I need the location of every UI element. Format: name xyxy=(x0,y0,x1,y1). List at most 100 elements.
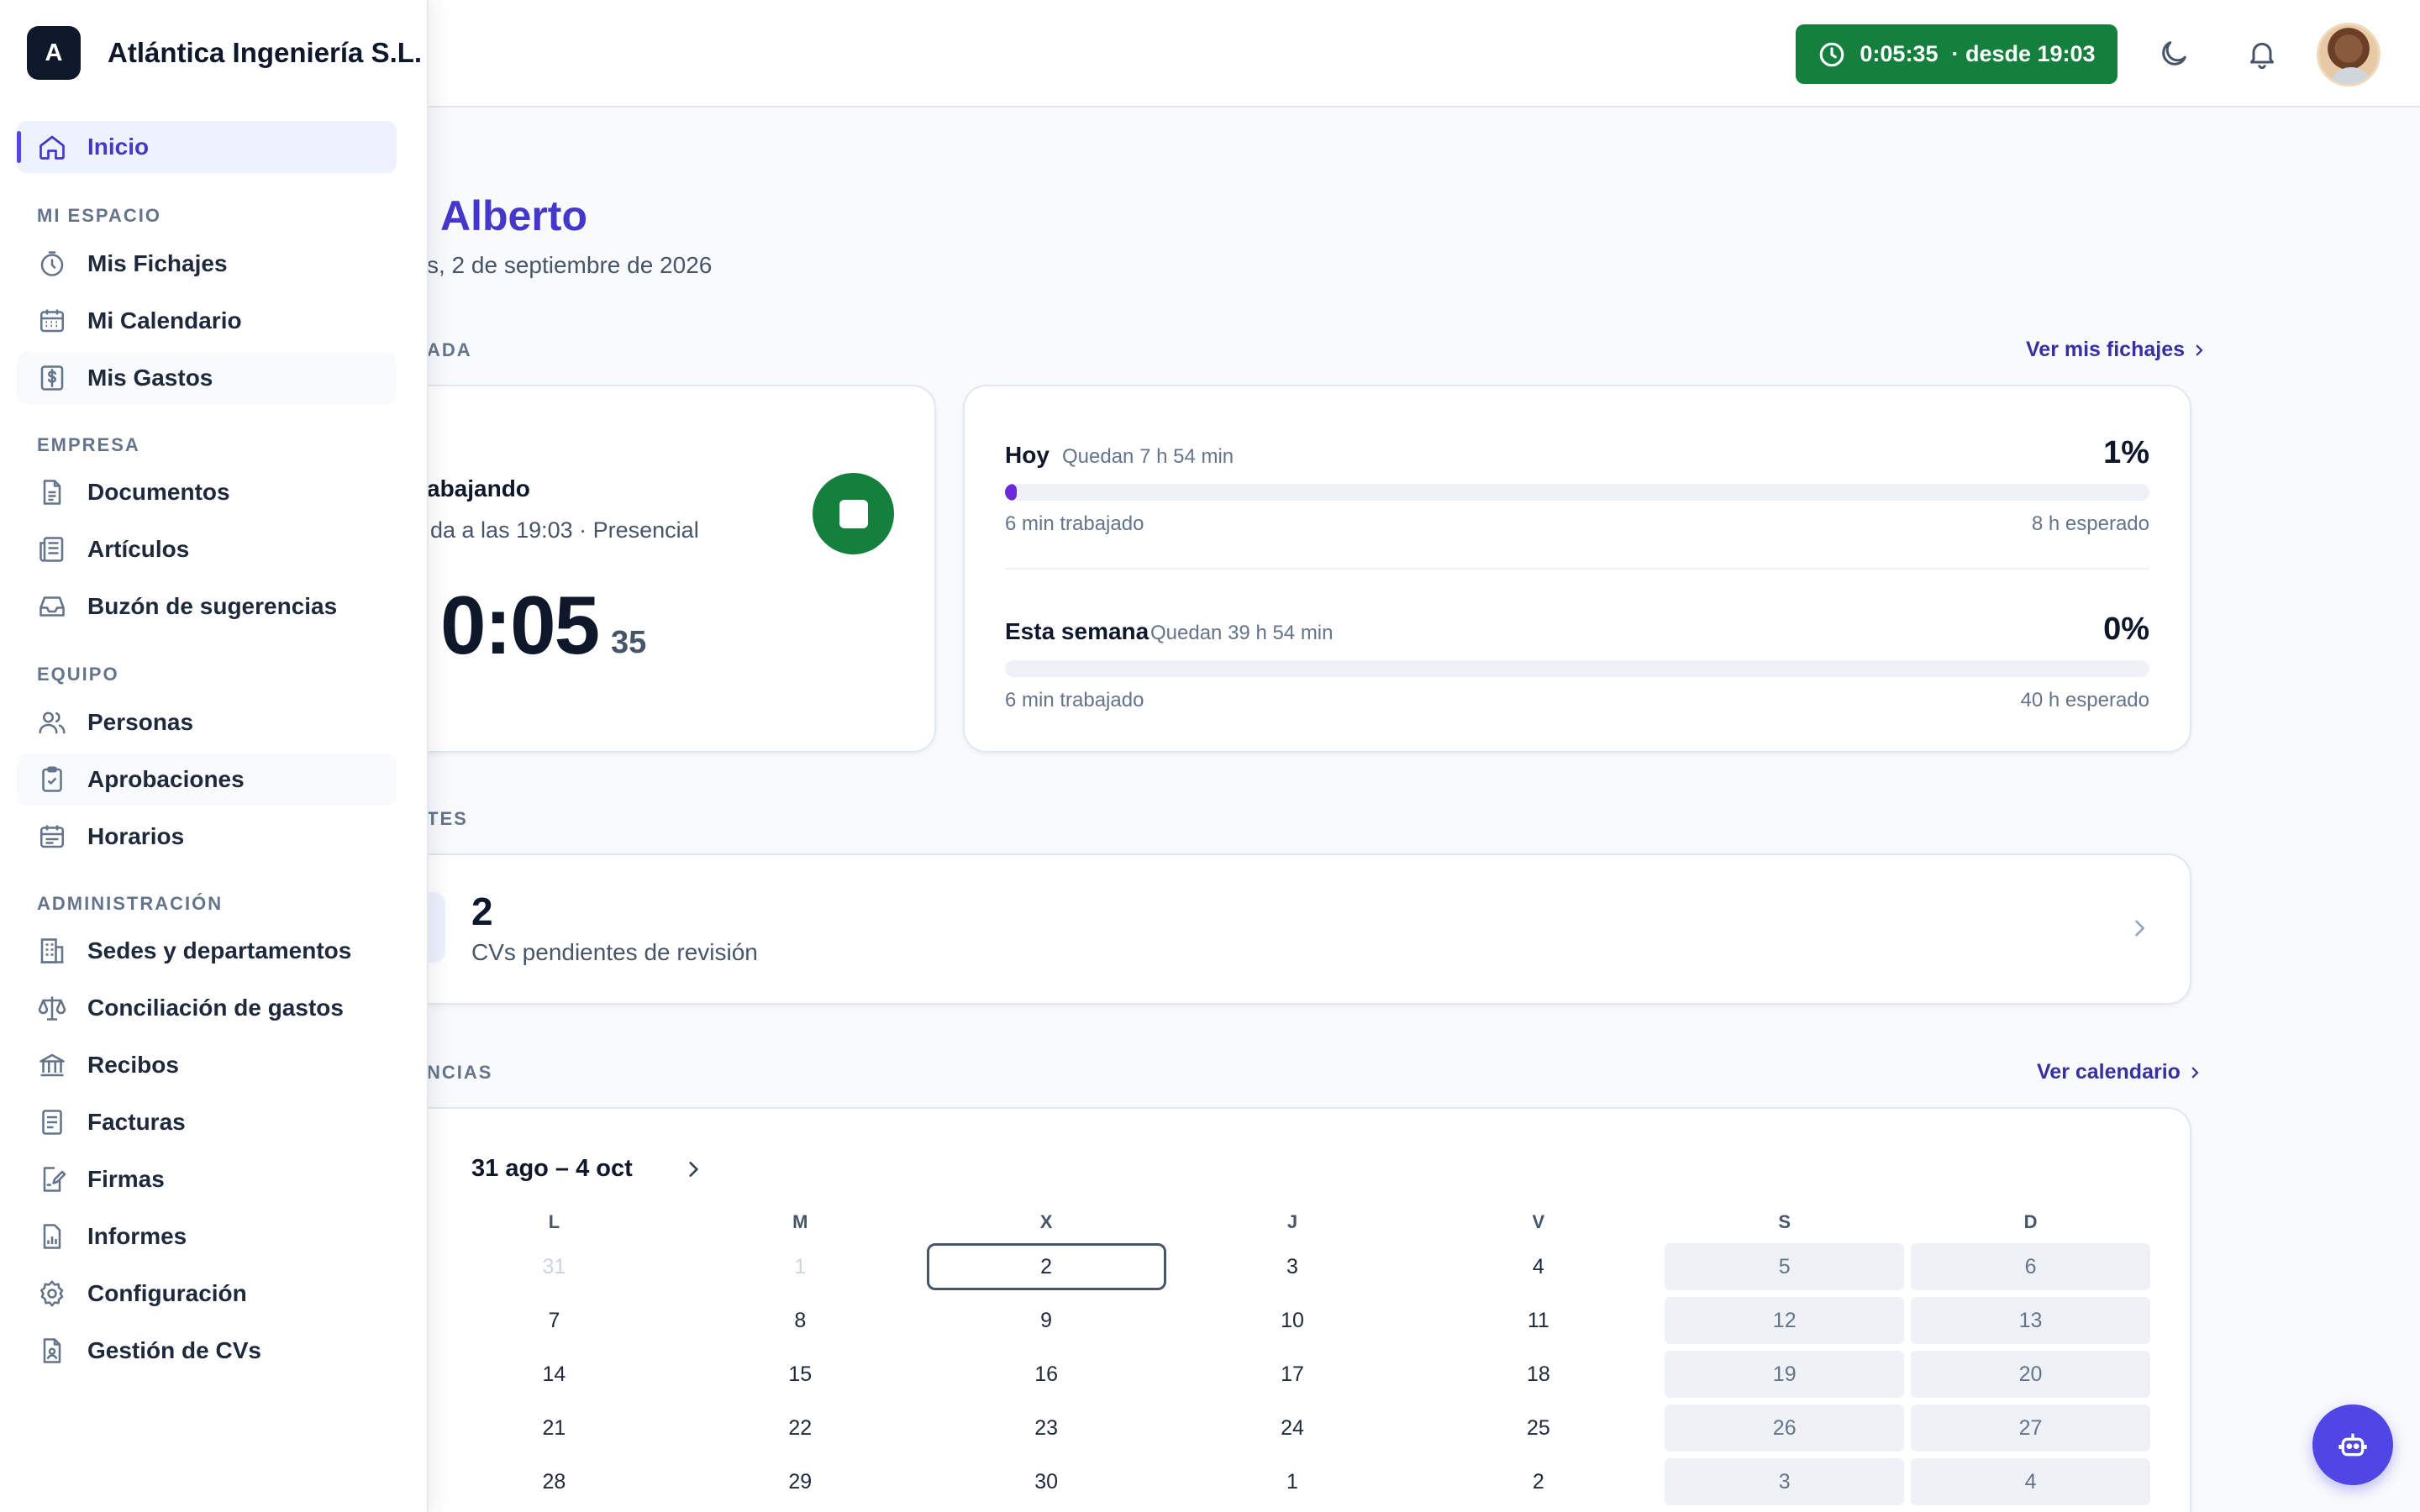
calendar-day[interactable]: 31 xyxy=(434,1243,674,1290)
calendar-day[interactable]: 28 xyxy=(434,1458,674,1505)
sidebar-item-firmas[interactable]: Firmas xyxy=(17,1153,397,1205)
calendar-day[interactable]: 29 xyxy=(681,1458,920,1505)
sidebar-item-label: Personas xyxy=(87,709,194,735)
calendar-day[interactable]: 24 xyxy=(1173,1404,1413,1452)
user-avatar[interactable] xyxy=(2317,23,2381,87)
calendar-day[interactable]: 8 xyxy=(681,1297,920,1344)
notifications-button[interactable] xyxy=(2242,34,2282,74)
sidebar-item-buzon-sugerencias[interactable]: Buzón de sugerencias xyxy=(17,580,397,633)
sidebar-item-label: Mi Calendario xyxy=(87,307,242,333)
clock-elapsed-seconds: 35 xyxy=(611,625,647,660)
sidebar-item-recibos[interactable]: Recibos xyxy=(17,1039,397,1091)
calendar-day[interactable]: 17 xyxy=(1173,1351,1413,1398)
calendar-day[interactable]: 19 xyxy=(1665,1351,1905,1398)
calendar-day[interactable]: 1 xyxy=(681,1243,920,1290)
today-percent: 1% xyxy=(2103,435,2149,470)
calendar-day[interactable]: 3 xyxy=(1173,1243,1413,1290)
sidebar-item-configuracion[interactable]: Configuración xyxy=(17,1268,397,1320)
pending-cvs-count: 2 xyxy=(471,890,493,933)
calendar-day[interactable]: 26 xyxy=(1665,1404,1905,1452)
calendar-day[interactable]: 13 xyxy=(1911,1297,2150,1344)
active-timer-button[interactable]: 0:05:35 · desde 19:03 xyxy=(1796,24,2118,84)
timer-since: · desde 19:03 xyxy=(1951,41,2096,66)
calendar-day[interactable]: 25 xyxy=(1418,1404,1658,1452)
progress-divider xyxy=(1005,568,2149,570)
report-icon xyxy=(43,1224,61,1249)
calendar-day[interactable]: 7 xyxy=(434,1297,674,1344)
calendar-day[interactable]: 5 xyxy=(1665,1243,1905,1290)
calendar-day[interactable]: 23 xyxy=(927,1404,1166,1452)
calendar-day[interactable]: 15 xyxy=(681,1351,920,1398)
sidebar-item-mis-fichajes[interactable]: Mis Fichajes xyxy=(17,238,397,290)
section-label-calendar: NCIAS xyxy=(427,1062,493,1083)
sidebar-item-label: Buzón de sugerencias xyxy=(87,593,338,619)
today-expected: 8 h esperado xyxy=(2031,512,2149,535)
clock-elapsed: 0:05 xyxy=(440,579,600,671)
calendar-range: 31 ago – 4 oct xyxy=(471,1155,633,1182)
calendar-day-today[interactable]: 2 xyxy=(926,1243,1166,1290)
week-percent: 0% xyxy=(2103,612,2149,647)
assistant-bot-button[interactable] xyxy=(2312,1404,2393,1485)
weekday-header: J xyxy=(1286,1211,1298,1232)
sidebar-item-horarios[interactable]: Horarios xyxy=(17,811,397,863)
calendar-day[interactable]: 4 xyxy=(1911,1458,2150,1505)
calendar-day[interactable]: 20 xyxy=(1911,1351,2150,1398)
sidebar-item-mi-calendario[interactable]: Mi Calendario xyxy=(17,295,397,347)
view-calendar-link[interactable]: Ver calendario xyxy=(2037,1060,2202,1084)
sidebar-item-label: Inicio xyxy=(87,134,150,160)
clock-status: abajando xyxy=(427,475,530,501)
weekday-header: D xyxy=(2023,1211,2038,1232)
stopwatch-icon xyxy=(40,251,64,276)
sidebar-item-personas[interactable]: Personas xyxy=(17,696,397,748)
view-clockings-link[interactable]: Ver mis fichajes xyxy=(2026,338,2207,362)
sidebar-item-sedes[interactable]: Sedes y departamentos xyxy=(17,925,397,977)
sidebar-item-aprobaciones[interactable]: Aprobaciones xyxy=(17,753,397,806)
today-progress-bar xyxy=(1005,484,2149,501)
calendar-day[interactable]: 22 xyxy=(681,1404,920,1452)
sidebar-item-articulos[interactable]: Artículos xyxy=(17,523,397,575)
calendar-day[interactable]: 12 xyxy=(1665,1297,1905,1344)
stop-icon xyxy=(839,499,868,528)
company-name[interactable]: Atlántica Ingeniería S.L. xyxy=(108,37,422,69)
sidebar-item-documentos[interactable]: Documentos xyxy=(17,466,397,518)
calendar-day[interactable]: 14 xyxy=(434,1351,674,1398)
sidebar-item-label: Aprobaciones xyxy=(87,766,245,792)
sidebar: A Atlántica Ingeniería S.L. Inicio MI ES… xyxy=(0,0,429,1512)
stop-clock-button[interactable] xyxy=(813,473,894,554)
calendar-next-button[interactable] xyxy=(682,1157,704,1182)
week-worked: 6 min trabajado xyxy=(1005,689,1144,711)
calendar-day[interactable]: 21 xyxy=(434,1404,674,1452)
sidebar-item-facturas[interactable]: Facturas xyxy=(17,1096,397,1148)
weekday-header: M xyxy=(792,1211,808,1232)
clock-card xyxy=(370,385,936,753)
calendar-day[interactable]: 3 xyxy=(1665,1458,1905,1505)
calendar-day[interactable]: 30 xyxy=(927,1458,1166,1505)
today-progress-fill xyxy=(1005,484,1017,501)
dollar-receipt-icon xyxy=(40,365,64,391)
calendar-day[interactable]: 27 xyxy=(1911,1404,2150,1452)
section-label-jornada: ADA xyxy=(427,339,472,360)
calendar-day[interactable]: 18 xyxy=(1418,1351,1658,1398)
sidebar-item-mis-gastos[interactable]: Mis Gastos xyxy=(17,352,397,404)
calendar-day[interactable]: 16 xyxy=(927,1351,1166,1398)
sidebar-item-conciliacion[interactable]: Conciliación de gastos xyxy=(17,982,397,1034)
pending-cvs-card[interactable] xyxy=(370,853,2191,1005)
calendar-day[interactable]: 6 xyxy=(1911,1243,2150,1290)
sidebar-item-label: Firmas xyxy=(87,1166,165,1192)
current-date: s, 2 de septiembre de 2026 xyxy=(427,252,713,278)
weekday-header: X xyxy=(1039,1211,1053,1232)
sidebar-item-inicio[interactable]: Inicio xyxy=(17,121,397,173)
building-icon xyxy=(40,938,64,963)
calendar-day[interactable]: 11 xyxy=(1418,1297,1658,1344)
calendar-day[interactable]: 1 xyxy=(1173,1458,1413,1505)
bell-icon xyxy=(2250,42,2274,70)
sidebar-item-gestion-cvs[interactable]: Gestión de CVs xyxy=(17,1325,397,1377)
calendar-day[interactable]: 9 xyxy=(927,1297,1166,1344)
sidebar-item-informes[interactable]: Informes xyxy=(17,1210,397,1263)
calendar-day[interactable]: 10 xyxy=(1173,1297,1413,1344)
chevron-right-icon xyxy=(2196,344,2203,355)
calendar-day[interactable]: 2 xyxy=(1418,1458,1658,1505)
calendar-day[interactable]: 4 xyxy=(1418,1243,1658,1290)
dark-mode-toggle[interactable] xyxy=(2154,34,2194,74)
document-icon xyxy=(43,480,61,505)
